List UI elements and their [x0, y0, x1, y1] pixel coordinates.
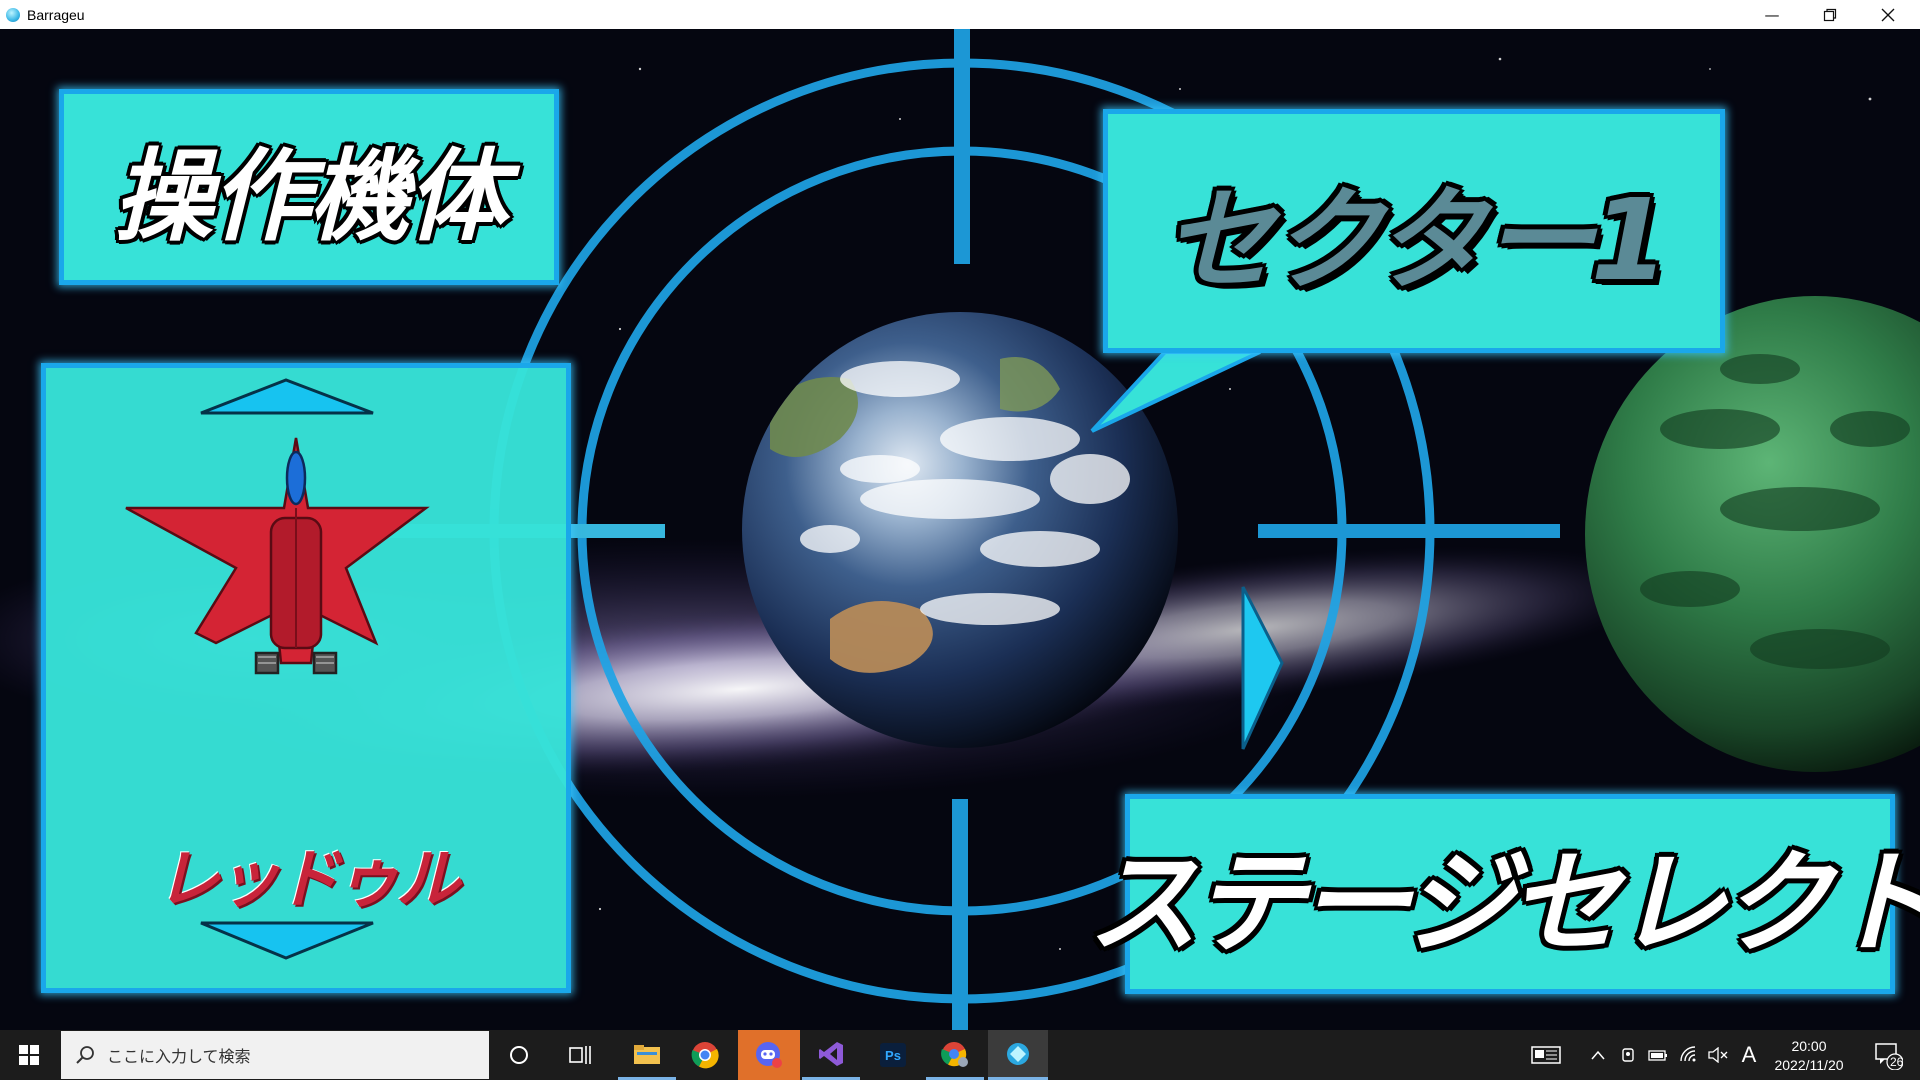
red-fighter-icon: [125, 437, 430, 675]
discord-button[interactable]: [738, 1030, 800, 1080]
operated-ship-panel: 操作機体: [59, 89, 559, 285]
ship-name: レッドゥル: [156, 843, 460, 917]
start-button[interactable]: [0, 1030, 58, 1080]
window-title: Barrageu: [27, 6, 85, 23]
restore-button[interactable]: [1801, 0, 1859, 29]
app-icon: [6, 7, 20, 22]
windows-taskbar: ここに入力して検索 Ps A 20:00 2022/11/20 26: [0, 1030, 1920, 1080]
stage-select-panel: ステージセレクト: [1087, 794, 1920, 994]
minimize-button[interactable]: —: [1743, 0, 1801, 29]
volume-muted-icon: [1708, 1047, 1728, 1063]
volume-button[interactable]: [1704, 1030, 1732, 1080]
search-icon: [76, 1046, 94, 1064]
notifications-button[interactable]: 26: [1862, 1030, 1914, 1080]
photoshop-button[interactable]: Ps: [864, 1030, 922, 1080]
battery-icon: [1648, 1050, 1667, 1061]
stage-select-title: ステージセレクト: [1087, 839, 1920, 969]
operated-ship-heading: 操作機体: [113, 137, 507, 255]
clock-time: 20:00: [1791, 1037, 1827, 1054]
news-icon: [1531, 1046, 1561, 1064]
ime-indicator[interactable]: A: [1734, 1030, 1764, 1080]
file-explorer-icon: [634, 1044, 660, 1064]
ship-select-panel: レッドゥル: [41, 363, 571, 993]
file-explorer-button[interactable]: [618, 1030, 676, 1080]
close-button[interactable]: [1859, 0, 1917, 29]
game-stage: 操作機体 レッドゥル セクター1 ステージセレクト: [0, 29, 1920, 1030]
task-view-icon: [569, 1046, 591, 1064]
network-button[interactable]: [1676, 1030, 1704, 1080]
battery-button[interactable]: [1644, 1030, 1672, 1080]
notification-count: 26: [1890, 1055, 1904, 1069]
cortana-button[interactable]: [494, 1030, 544, 1080]
ship-up-arrow[interactable]: [200, 378, 374, 415]
visual-studio-button[interactable]: [802, 1030, 860, 1080]
visual-studio-icon: [819, 1041, 843, 1066]
wifi-icon: [1680, 1046, 1696, 1062]
restore-icon: [1823, 8, 1837, 21]
photoshop-icon: Ps: [880, 1043, 906, 1067]
search-placeholder: ここに入力して検索: [107, 1047, 251, 1066]
sector-label: セクター1: [1163, 176, 1668, 306]
meet-now-icon: [1622, 1048, 1634, 1062]
close-icon: [1881, 8, 1895, 21]
chrome-profile-button[interactable]: [926, 1030, 984, 1080]
barrageu-taskbar-button[interactable]: [988, 1030, 1048, 1080]
cortana-icon: [510, 1046, 528, 1064]
clock-button[interactable]: 20:00 2022/11/20: [1766, 1030, 1852, 1080]
barrageu-app-icon: [1007, 1042, 1029, 1065]
show-hidden-icons-button[interactable]: [1584, 1030, 1612, 1080]
discord-icon: [756, 1042, 782, 1068]
window-title-bar: Barrageu —: [0, 0, 1920, 29]
tray-meet-button[interactable]: [1614, 1030, 1642, 1080]
chevron-up-icon: [1591, 1050, 1605, 1060]
task-view-button[interactable]: [555, 1030, 605, 1080]
chrome-button[interactable]: [676, 1030, 734, 1080]
earth-planet[interactable]: [742, 312, 1178, 748]
news-widget-button[interactable]: [1520, 1030, 1572, 1080]
svg-text:Ps: Ps: [885, 1048, 901, 1063]
ship-down-arrow[interactable]: [200, 921, 374, 960]
taskbar-search-box[interactable]: ここに入力して検索: [61, 1031, 489, 1079]
clock-date: 2022/11/20: [1774, 1056, 1844, 1073]
sector-panel: セクター1: [1103, 109, 1725, 353]
start-icon: [19, 1045, 39, 1065]
chrome-icon: [691, 1042, 719, 1069]
chrome-profile-icon: [941, 1041, 968, 1067]
